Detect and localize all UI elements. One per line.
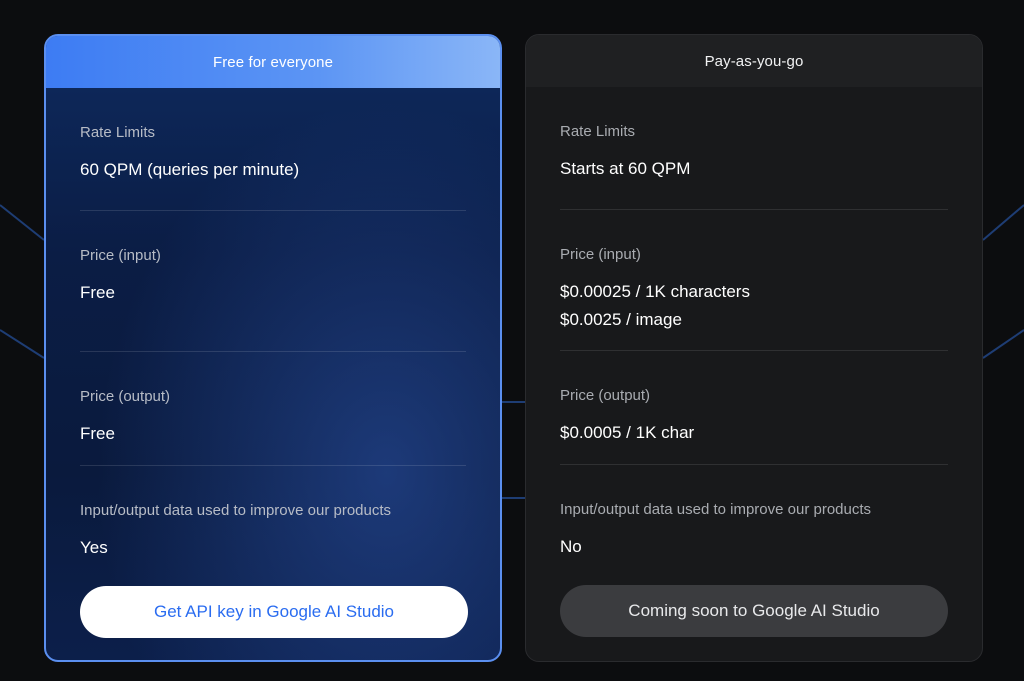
plan-header: Pay-as-you-go (526, 35, 982, 87)
price-input-line: Free (80, 283, 115, 302)
rate-limits-value: Starts at 60 QPM (560, 159, 691, 178)
plan-details: Rate Limits 60 QPM (queries per minute) … (80, 88, 466, 566)
price-input-label: Price (input) (560, 246, 641, 263)
data-usage-value: Yes (80, 538, 108, 557)
rate-limits-value: 60 QPM (queries per minute) (80, 160, 300, 179)
price-input-value: $0.00025 / 1K characters $0.0025 / image (560, 278, 750, 334)
plan-header: Free for everyone (46, 36, 500, 88)
data-usage-label: Input/output data used to improve our pr… (560, 501, 872, 518)
price-output-label: Price (output) (80, 388, 171, 405)
price-output-value: Free (80, 424, 115, 443)
rate-limits-label: Rate Limits (80, 124, 156, 141)
price-output-section: Price (output) $0.0005 / 1K char (560, 351, 948, 465)
price-input-section: Price (input) Free (80, 211, 466, 352)
plan-details: Rate Limits Starts at 60 QPM Price (inpu… (560, 87, 948, 565)
plan-card-free: Free for everyone Rate Limits 60 QPM (qu… (44, 34, 502, 662)
data-usage-value: No (560, 537, 582, 556)
price-input-line: $0.00025 / 1K characters (560, 282, 750, 301)
price-output-label: Price (output) (560, 387, 651, 404)
price-input-label: Price (input) (80, 247, 161, 264)
data-usage-label: Input/output data used to improve our pr… (80, 502, 392, 519)
price-output-section: Price (output) Free (80, 352, 466, 466)
price-input-value: Free (80, 279, 115, 307)
price-output-value: $0.0005 / 1K char (560, 423, 695, 442)
get-api-key-button[interactable]: Get API key in Google AI Studio (80, 586, 468, 638)
data-usage-section: Input/output data used to improve our pr… (560, 465, 948, 565)
rate-limits-label: Rate Limits (560, 123, 636, 140)
pricing-page: Free for everyone Rate Limits 60 QPM (qu… (0, 0, 1024, 681)
rate-limits-section: Rate Limits Starts at 60 QPM (560, 87, 948, 210)
data-usage-section: Input/output data used to improve our pr… (80, 466, 466, 566)
plan-card-pay-as-you-go: Pay-as-you-go Rate Limits Starts at 60 Q… (525, 34, 983, 662)
price-input-line: $0.0025 / image (560, 310, 682, 329)
rate-limits-section: Rate Limits 60 QPM (queries per minute) (80, 88, 466, 211)
price-input-section: Price (input) $0.00025 / 1K characters $… (560, 210, 948, 351)
coming-soon-button[interactable]: Coming soon to Google AI Studio (560, 585, 948, 637)
